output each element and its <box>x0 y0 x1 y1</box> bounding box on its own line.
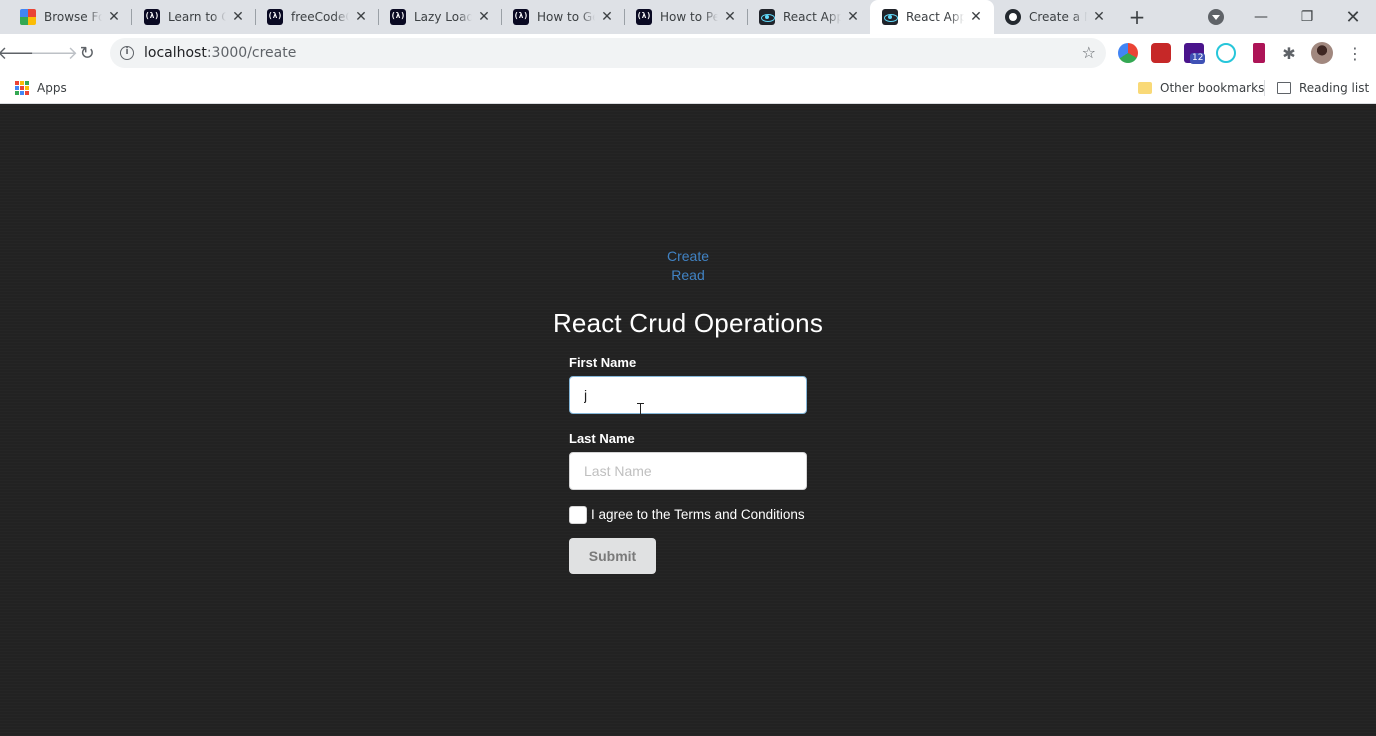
google-fonts-icon <box>20 9 36 25</box>
nav-link-create[interactable]: Create <box>0 248 1376 264</box>
first-name-label: First Name <box>569 355 637 370</box>
extension-teal-icon[interactable] <box>1216 43 1236 63</box>
close-icon[interactable]: ✕ <box>476 9 492 25</box>
terms-label[interactable]: I agree to the Terms and Conditions <box>591 507 805 522</box>
close-icon[interactable]: ✕ <box>722 9 738 25</box>
tab-react-app[interactable]: React App ✕ <box>747 0 871 34</box>
page-title: React Crud Operations <box>552 308 824 338</box>
tab-title: React App <box>906 10 964 24</box>
bookmark-apps-label: Apps <box>37 81 67 95</box>
close-icon[interactable]: ✕ <box>230 9 246 25</box>
close-icon[interactable]: ✕ <box>845 9 861 25</box>
bookmark-reading-list[interactable]: Reading list <box>1277 79 1369 97</box>
forward-button[interactable]: 🡒 <box>30 39 78 67</box>
react-icon <box>882 9 898 25</box>
minimize-button[interactable]: — <box>1238 0 1284 34</box>
url-text[interactable]: localhost:3000/create <box>144 45 296 61</box>
extension-graduation-icon[interactable]: 12 <box>1184 43 1206 64</box>
close-icon[interactable]: ✕ <box>106 9 122 25</box>
bookmark-other-label: Other bookmarks <box>1160 81 1265 95</box>
url-host: localhost <box>144 45 207 61</box>
freecodecamp-icon <box>636 9 652 25</box>
address-bar[interactable]: i localhost:3000/create ☆ <box>110 38 1106 68</box>
close-icon[interactable]: ✕ <box>353 9 369 25</box>
page-content: Create Read React Crud Operations First … <box>0 104 1376 736</box>
last-name-input[interactable] <box>569 452 807 490</box>
freecodecamp-icon <box>144 9 160 25</box>
freecodecamp-icon <box>390 9 406 25</box>
freecodecamp-icon <box>267 9 283 25</box>
react-icon <box>759 9 775 25</box>
tab-title: Lazy Loading <box>414 10 472 24</box>
tab-google-fonts[interactable]: Browse Fonts - Google Fonts ✕ <box>8 0 132 34</box>
new-tab-button[interactable]: + <box>1126 5 1148 29</box>
tab-how-to-perform[interactable]: How to Perform ✕ <box>624 0 748 34</box>
close-window-button[interactable]: ✕ <box>1330 0 1376 34</box>
browser-menu-icon[interactable]: ⋮ <box>1345 41 1365 65</box>
extension-pink-icon[interactable] <box>1253 43 1265 63</box>
close-icon[interactable]: ✕ <box>1091 9 1107 25</box>
bookmarks-bar: Apps Other bookmarks Reading list <box>0 72 1376 104</box>
profile-avatar[interactable] <box>1311 42 1333 64</box>
folder-icon <box>1138 82 1152 94</box>
tab-lazy-loading[interactable]: Lazy Loading ✕ <box>378 0 502 34</box>
tab-title: Browse Fonts - Google Fonts <box>44 10 102 24</box>
bookmark-other[interactable]: Other bookmarks <box>1138 79 1264 97</box>
tab-how-to-get[interactable]: How to Get ✕ <box>501 0 625 34</box>
freecodecamp-icon <box>513 9 529 25</box>
text-cursor-icon <box>637 403 645 417</box>
first-name-input[interactable] <box>569 376 807 414</box>
bookmarks-divider <box>1264 80 1265 96</box>
tab-freecodecamp[interactable]: freeCodeCamp ✕ <box>255 0 379 34</box>
bookmark-apps[interactable]: Apps <box>15 79 67 97</box>
extensions-puzzle-icon[interactable]: ✱ <box>1279 43 1299 63</box>
site-info-icon[interactable]: i <box>120 46 134 60</box>
tab-title: React App <box>783 10 841 24</box>
submit-button[interactable]: Submit <box>569 538 656 574</box>
tab-title: Create a New Repository <box>1029 10 1087 24</box>
reading-list-icon <box>1277 82 1291 94</box>
tab-learn-to-code[interactable]: Learn to Code — For Free ✕ <box>132 0 256 34</box>
url-path: :3000/create <box>206 45 297 61</box>
tab-react-app-active[interactable]: React App ✕ <box>870 0 994 34</box>
tab-create-repository[interactable]: Create a New Repository ✕ <box>993 0 1117 34</box>
reload-button[interactable]: ↻ <box>73 39 101 67</box>
extension-badge: 12 <box>1190 53 1206 64</box>
last-name-label: Last Name <box>569 431 635 446</box>
terms-checkbox[interactable] <box>569 506 587 524</box>
browser-toolbar: 🡐 🡒 ↻ i localhost:3000/create ☆ 12 ✱ ⋮ <box>0 34 1376 72</box>
restore-button[interactable]: ❐ <box>1284 0 1330 34</box>
tab-search-icon[interactable] <box>1208 9 1224 25</box>
tab-title: How to Get <box>537 10 595 24</box>
extension-red-icon[interactable] <box>1151 43 1171 63</box>
tab-title: How to Perform <box>660 10 718 24</box>
extension-color-icon[interactable] <box>1118 43 1138 63</box>
tab-strip: Browse Fonts - Google Fonts ✕ Learn to C… <box>0 0 1376 34</box>
close-icon[interactable]: ✕ <box>599 9 615 25</box>
tab-title: freeCodeCamp <box>291 10 349 24</box>
close-icon[interactable]: ✕ <box>968 9 984 25</box>
github-icon <box>1005 9 1021 25</box>
nav-link-read[interactable]: Read <box>0 267 1376 283</box>
reading-list-label: Reading list <box>1299 81 1370 95</box>
tab-title: Learn to Code — For Free <box>168 10 226 24</box>
bookmark-star-icon[interactable]: ☆ <box>1082 43 1096 62</box>
apps-grid-icon <box>15 81 29 95</box>
